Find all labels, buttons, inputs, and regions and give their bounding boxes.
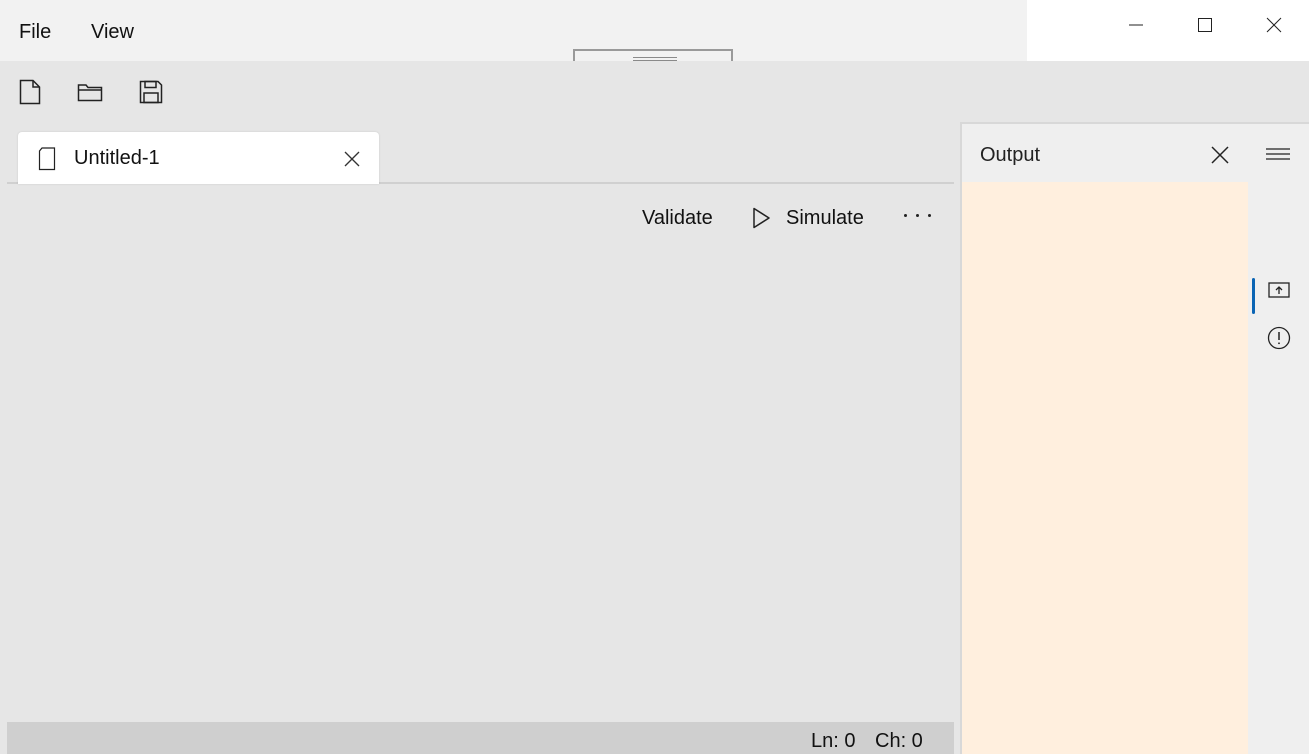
- tab-close-icon[interactable]: [342, 149, 362, 169]
- editor-area: Untitled-1 Validate Simulate Ln: 0 Ch: 0: [7, 122, 954, 754]
- line-number: Ln: 0: [811, 730, 856, 752]
- tab-title: Untitled-1: [74, 147, 160, 169]
- new-file-icon: [19, 79, 41, 105]
- tab-strip: Untitled-1: [7, 122, 954, 184]
- menu-icon[interactable]: [1266, 146, 1290, 164]
- app-window: File View Untitled-1 Validate Simulate L…: [0, 0, 1309, 754]
- output-title: Output: [980, 144, 1041, 166]
- output-rail-button[interactable]: [1248, 270, 1309, 314]
- output-panel: Output: [960, 122, 1309, 754]
- alert-icon: [1267, 326, 1290, 350]
- close-icon[interactable]: [1210, 145, 1230, 165]
- open-folder-button[interactable]: [70, 75, 110, 109]
- validate-button[interactable]: Validate: [642, 204, 713, 232]
- close-icon: [1266, 17, 1281, 33]
- caption-bar: [1027, 0, 1309, 61]
- minimize-button[interactable]: [1101, 0, 1170, 50]
- simulate-label: Simulate: [786, 207, 864, 229]
- output-content: [962, 182, 1248, 754]
- open-folder-icon: [77, 84, 103, 102]
- maximize-button[interactable]: [1170, 0, 1239, 50]
- new-file-button[interactable]: [10, 75, 50, 109]
- menu-bar: File View: [0, 0, 1027, 67]
- active-indicator: [1252, 278, 1255, 314]
- maximize-icon: [1197, 18, 1212, 32]
- problems-rail-button[interactable]: [1248, 318, 1309, 358]
- side-rail: [1248, 124, 1309, 754]
- output-icon: [1267, 282, 1290, 298]
- menu-file[interactable]: File: [19, 18, 51, 46]
- char-number: Ch: 0: [875, 730, 923, 752]
- menu-view[interactable]: View: [91, 18, 134, 46]
- status-bar: Ln: 0 Ch: 0: [7, 722, 954, 754]
- play-icon: [753, 207, 770, 229]
- save-button[interactable]: [131, 75, 171, 109]
- document-icon: [38, 147, 56, 171]
- tab-untitled-1[interactable]: Untitled-1: [18, 132, 379, 184]
- minimize-icon: [1128, 24, 1143, 26]
- close-window-button[interactable]: [1239, 0, 1308, 50]
- more-options-icon[interactable]: [903, 214, 935, 222]
- command-bar: Validate Simulate: [7, 184, 954, 248]
- save-icon: [139, 80, 163, 104]
- toolbar: [0, 61, 1309, 122]
